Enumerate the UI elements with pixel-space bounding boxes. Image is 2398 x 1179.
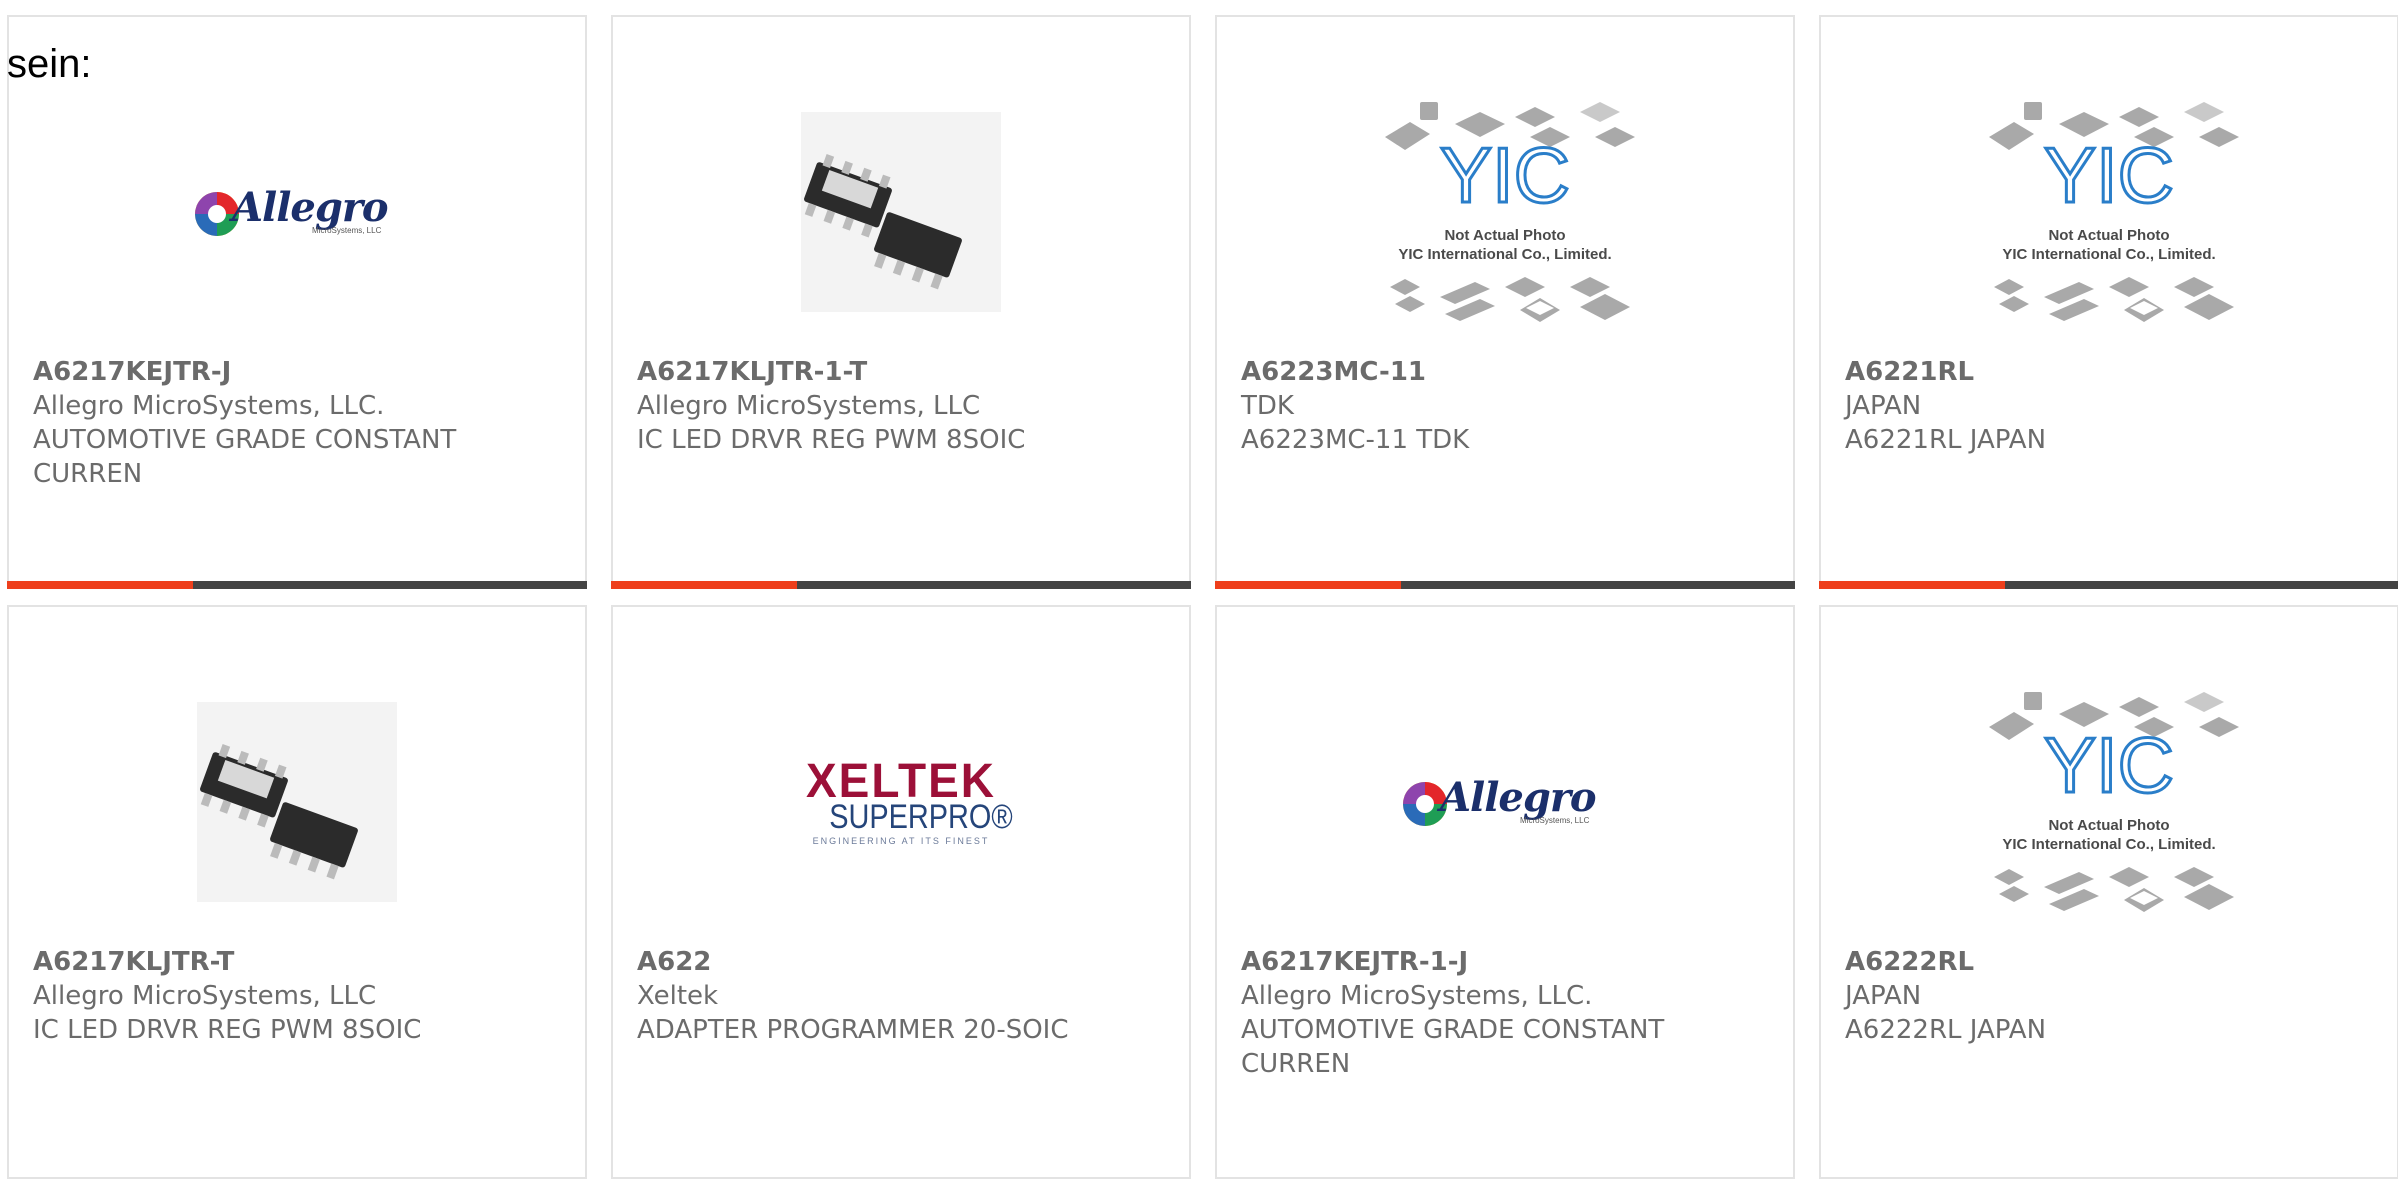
product-image[interactable]: Allegro MicroSystems, LLC bbox=[9, 67, 585, 357]
description: IC LED DRVR REG PWM 8SOIC bbox=[637, 425, 1026, 455]
yic-placeholder-image: YIC Not Actual Photo YIC International C… bbox=[1385, 102, 1635, 322]
yic-placeholder-image: YIC Not Actual Photo YIC International C… bbox=[1989, 692, 2239, 912]
xeltek-wordmark: XELTEK bbox=[805, 752, 997, 808]
manufacturer: Allegro MicroSystems, LLC. bbox=[1241, 981, 1593, 1011]
yic-logo-text: YIC bbox=[2044, 721, 2174, 809]
progress-bar bbox=[7, 581, 587, 589]
yic-logo-text: YIC bbox=[1440, 131, 1570, 219]
yic-company-text: YIC International Co., Limited. bbox=[2002, 246, 2215, 263]
progress-fill bbox=[611, 581, 797, 589]
description: ADAPTER PROGRAMMER 20-SOIC bbox=[637, 1015, 1069, 1045]
description: A6223MC-11 TDK bbox=[1241, 425, 1470, 455]
part-number[interactable]: A6217KLJTR-T bbox=[33, 945, 561, 979]
description: AUTOMOTIVE GRADE CONSTANT CURREN bbox=[33, 425, 457, 489]
description: A6222RL JAPAN bbox=[1845, 1015, 2047, 1045]
xeltek-sub: SUPERPRO® bbox=[829, 798, 1013, 836]
product-info: A6221RL JAPAN A6221RL JAPAN bbox=[1845, 355, 2373, 457]
part-number[interactable]: A6223MC-11 bbox=[1241, 355, 1769, 389]
soic-chip-image bbox=[801, 112, 1001, 312]
progress-fill bbox=[1819, 581, 2005, 589]
product-grid: Allegro MicroSystems, LLC A6217KEJTR-J A… bbox=[7, 15, 2398, 1179]
product-info: A6222RL JAPAN A6222RL JAPAN bbox=[1845, 945, 2373, 1047]
manufacturer: Allegro MicroSystems, LLC bbox=[637, 391, 981, 421]
part-number[interactable]: A6217KEJTR-J bbox=[33, 355, 561, 389]
product-card[interactable]: Allegro MicroSystems, LLC A6217KEJTR-J A… bbox=[7, 15, 587, 589]
progress-bar bbox=[1215, 581, 1795, 589]
allegro-wordmark: Allegro bbox=[232, 184, 389, 231]
product-info: A622 Xeltek ADAPTER PROGRAMMER 20-SOIC bbox=[637, 945, 1165, 1047]
part-number[interactable]: A6217KLJTR-1-T bbox=[637, 355, 1165, 389]
product-card[interactable]: Allegro MicroSystems, LLC A6217KEJTR-1-J… bbox=[1215, 605, 1795, 1179]
allegro-sub: MicroSystems, LLC bbox=[1520, 816, 1590, 825]
part-number[interactable]: A6222RL bbox=[1845, 945, 2373, 979]
product-image[interactable]: YIC Not Actual Photo YIC International C… bbox=[1821, 657, 2397, 947]
progress-fill bbox=[1215, 581, 1401, 589]
product-card[interactable]: XELTEK SUPERPRO® ENGINEERING AT ITS FINE… bbox=[611, 605, 1191, 1179]
allegro-wordmark: Allegro bbox=[1440, 774, 1597, 821]
part-number[interactable]: A6221RL bbox=[1845, 355, 2373, 389]
progress-bar bbox=[1819, 581, 2398, 589]
yic-logo-text: YIC bbox=[2044, 131, 2174, 219]
product-image[interactable]: YIC Not Actual Photo YIC International C… bbox=[1217, 67, 1793, 357]
product-card[interactable]: A6217KLJTR-1-T Allegro MicroSystems, LLC… bbox=[611, 15, 1191, 589]
not-actual-photo-text: Not Actual Photo bbox=[1444, 227, 1565, 244]
product-image[interactable]: Allegro MicroSystems, LLC bbox=[1217, 657, 1793, 947]
description: AUTOMOTIVE GRADE CONSTANT CURREN bbox=[1241, 1015, 1665, 1079]
allegro-logo: Allegro MicroSystems, LLC bbox=[1400, 770, 1610, 834]
yic-company-text: YIC International Co., Limited. bbox=[2002, 836, 2215, 853]
product-info: A6217KLJTR-1-T Allegro MicroSystems, LLC… bbox=[637, 355, 1165, 457]
product-info: A6223MC-11 TDK A6223MC-11 TDK bbox=[1241, 355, 1769, 457]
product-card[interactable]: YIC Not Actual Photo YIC International C… bbox=[1215, 15, 1795, 589]
part-number[interactable]: A6217KEJTR-1-J bbox=[1241, 945, 1769, 979]
progress-bar bbox=[611, 581, 1191, 589]
manufacturer: JAPAN bbox=[1845, 981, 1922, 1011]
yic-company-text: YIC International Co., Limited. bbox=[1398, 246, 1611, 263]
allegro-sub: MicroSystems, LLC bbox=[312, 226, 382, 235]
description: A6221RL JAPAN bbox=[1845, 425, 2047, 455]
intro-text: sein: bbox=[7, 42, 92, 86]
not-actual-photo-text: Not Actual Photo bbox=[2048, 227, 2169, 244]
manufacturer: Allegro MicroSystems, LLC. bbox=[33, 391, 385, 421]
manufacturer: Allegro MicroSystems, LLC bbox=[33, 981, 377, 1011]
product-info: A6217KEJTR-1-J Allegro MicroSystems, LLC… bbox=[1241, 945, 1769, 1081]
product-image[interactable] bbox=[9, 657, 585, 947]
product-image[interactable] bbox=[613, 67, 1189, 357]
product-card[interactable]: YIC Not Actual Photo YIC International C… bbox=[1819, 15, 2398, 589]
progress-fill bbox=[7, 581, 193, 589]
soic-chip-image bbox=[197, 702, 397, 902]
product-image[interactable]: XELTEK SUPERPRO® ENGINEERING AT ITS FINE… bbox=[613, 657, 1189, 947]
product-card[interactable]: YIC Not Actual Photo YIC International C… bbox=[1819, 605, 2398, 1179]
manufacturer: Xeltek bbox=[637, 981, 719, 1011]
not-actual-photo-text: Not Actual Photo bbox=[2048, 817, 2169, 834]
description: IC LED DRVR REG PWM 8SOIC bbox=[33, 1015, 422, 1045]
yic-placeholder-image: YIC Not Actual Photo YIC International C… bbox=[1989, 102, 2239, 322]
product-info: A6217KEJTR-J Allegro MicroSystems, LLC. … bbox=[33, 355, 561, 491]
product-card[interactable]: A6217KLJTR-T Allegro MicroSystems, LLC I… bbox=[7, 605, 587, 1179]
xeltek-tagline: ENGINEERING AT ITS FINEST bbox=[812, 836, 990, 846]
xeltek-logo: XELTEK SUPERPRO® ENGINEERING AT ITS FINE… bbox=[773, 752, 1029, 846]
part-number[interactable]: A622 bbox=[637, 945, 1165, 979]
manufacturer: JAPAN bbox=[1845, 391, 1922, 421]
product-image[interactable]: YIC Not Actual Photo YIC International C… bbox=[1821, 67, 2397, 357]
manufacturer: TDK bbox=[1241, 391, 1294, 421]
allegro-logo: Allegro MicroSystems, LLC bbox=[192, 180, 402, 244]
product-info: A6217KLJTR-T Allegro MicroSystems, LLC I… bbox=[33, 945, 561, 1047]
